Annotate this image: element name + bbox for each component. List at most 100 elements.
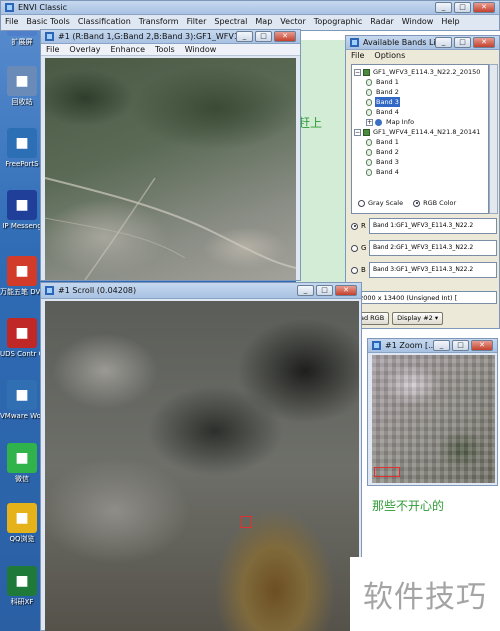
desktop-icon-label: 回收站 [11, 98, 33, 106]
close-button[interactable]: ✕ [335, 285, 357, 296]
wechat-icon: ■ [7, 443, 37, 473]
expand-toggle-icon[interactable]: − [354, 68, 361, 76]
bands-titlebar[interactable]: Available Bands List _ □ ✕ [346, 36, 499, 50]
scroll-viewport[interactable] [45, 301, 359, 631]
envi-titlebar[interactable]: ENVI Classic _ □ ✕ [1, 1, 499, 15]
rgb-radio[interactable] [351, 244, 358, 252]
desktop-icon-5[interactable]: ■ UDS Contr Center [0, 318, 44, 378]
image-titlebar[interactable]: #1 (R:Band 1,G:Band 2,B:Band 3):GF1_WFV1… [41, 30, 300, 44]
bands-tree[interactable]: − GF1_WFV3_E114.3_N22.2_20150 Band 1 Band 2… [351, 64, 489, 214]
minimize-button[interactable]: _ [435, 2, 452, 13]
close-button[interactable]: ✕ [274, 31, 296, 42]
tree-item[interactable]: Band 3 [366, 97, 400, 107]
rgb-letter: R [351, 222, 369, 230]
envi-menu-file[interactable]: File [1, 15, 22, 29]
desktop-icon-1[interactable]: ■ 回收站 [0, 66, 44, 126]
maximize-button[interactable]: □ [316, 285, 333, 296]
tree-item[interactable]: − GF1_WFV4_E114.4_N21.8_20141 [354, 127, 481, 137]
rgb-band-field[interactable]: Band 3:GF1_WFV3_E114.3_N22.2 [369, 262, 497, 278]
zoom-titlebar[interactable]: #1 Zoom [... _ □ ✕ [368, 339, 497, 353]
envi-menu-radar[interactable]: Radar [366, 15, 398, 29]
rgb-band-field[interactable]: Band 1:GF1_WFV3_E114.3_N22.2 [369, 218, 497, 234]
envi-menu-basic-tools[interactable]: Basic Tools [22, 15, 73, 29]
tree-item-label: Band 3 [376, 158, 399, 166]
desktop-icon-4[interactable]: ■ 万能五笔 DVD [0, 256, 44, 316]
image-viewport[interactable] [45, 58, 296, 280]
tree-scrollbar[interactable] [489, 64, 498, 214]
desktop-icon-label: UDS Contr Center [0, 350, 44, 358]
tree-item[interactable]: Band 4 [366, 107, 400, 117]
envi-menu-vector[interactable]: Vector [276, 15, 310, 29]
envi-menu-filter[interactable]: Filter [183, 15, 211, 29]
envi-menu-help[interactable]: Help [437, 15, 463, 29]
tree-item[interactable]: + Map Info [366, 117, 415, 127]
desktop-icon-3[interactable]: ■ IP Messeng [0, 190, 44, 250]
close-button[interactable]: ✕ [471, 340, 493, 351]
gray-scale-radio[interactable] [358, 199, 365, 207]
tree-item[interactable]: Band 3 [366, 157, 400, 167]
close-button[interactable]: ✕ [473, 37, 495, 48]
minimize-button[interactable]: _ [433, 340, 450, 351]
maximize-button[interactable]: □ [454, 2, 471, 13]
zoom-viewport[interactable] [372, 355, 495, 483]
rgb-band-field[interactable]: Band 2:GF1_WFV3_E114.3_N22.2 [369, 240, 497, 256]
excel-icon: ■ [7, 566, 37, 596]
band-icon [366, 168, 372, 176]
tree-item[interactable]: Band 1 [366, 77, 400, 87]
image-menu-enhance[interactable]: Enhance [106, 44, 151, 55]
rgb-radio[interactable] [351, 266, 358, 274]
close-button[interactable]: ✕ [473, 2, 495, 13]
zoom-controls[interactable] [374, 467, 400, 477]
minimize-button[interactable]: _ [435, 37, 452, 48]
maximize-button[interactable]: □ [454, 37, 471, 48]
display-select-button[interactable]: Display #2 ▾ [392, 312, 444, 325]
zoom-window: #1 Zoom [... _ □ ✕ [367, 338, 498, 486]
watermark: 软件技巧 [350, 557, 500, 631]
gray-scale-label: Gray Scale [368, 199, 404, 207]
expand-toggle-icon[interactable]: − [354, 128, 361, 136]
band-icon [366, 88, 372, 96]
envi-menu-transform[interactable]: Transform [135, 15, 183, 29]
image-menu-file[interactable]: File [41, 44, 64, 55]
image-roads [45, 177, 296, 280]
bands-menu-file[interactable]: File [346, 50, 369, 62]
scroll-titlebar[interactable]: #1 Scroll (0.04208) _ □ ✕ [41, 283, 361, 299]
expand-toggle-icon[interactable]: + [366, 118, 373, 126]
zoom-title: #1 Zoom [... [385, 341, 433, 350]
minimize-button[interactable]: _ [236, 31, 253, 42]
recycle-bin-icon: ■ [7, 66, 37, 96]
display-select-label: Display #2 [397, 314, 433, 322]
desktop-icon-8[interactable]: ■ QQ浏览 [0, 503, 44, 563]
tree-item[interactable]: Band 4 [366, 167, 400, 177]
image-menu-window[interactable]: Window [180, 44, 222, 55]
envi-menu-topographic[interactable]: Topographic [310, 15, 366, 29]
tree-item[interactable]: Band 2 [366, 147, 400, 157]
rgb-radio[interactable] [351, 222, 358, 230]
desktop-icon-7[interactable]: ■ 微信 [0, 443, 44, 503]
maximize-button[interactable]: □ [452, 340, 469, 351]
rgb-color-radio[interactable] [413, 199, 421, 207]
rgb-letter-label: B [361, 266, 366, 274]
bands-menu-options[interactable]: Options [369, 50, 410, 62]
tree-item[interactable]: Band 2 [366, 87, 400, 97]
wubi-icon: ■ [7, 256, 37, 286]
tree-item-label: Band 2 [376, 88, 399, 96]
envi-main-window: ENVI Classic _ □ ✕ File Basic Tools Classifi… [0, 0, 500, 31]
desktop-icon-2[interactable]: ■ FreePortS [0, 128, 44, 188]
minimize-button[interactable]: _ [297, 285, 314, 296]
image-box[interactable] [240, 516, 252, 528]
image-menu-tools[interactable]: Tools [150, 44, 180, 55]
envi-menu-spectral[interactable]: Spectral [210, 15, 251, 29]
tree-item[interactable]: − GF1_WFV3_E114.3_N22.2_20150 [354, 67, 481, 77]
freeports-icon: ■ [7, 128, 37, 158]
envi-menu-map[interactable]: Map [251, 15, 276, 29]
envi-menu-window[interactable]: Window [398, 15, 438, 29]
desktop-icon-9[interactable]: ■ 科研XF [0, 566, 44, 626]
rgb-color-label: RGB Color [423, 199, 457, 207]
maximize-button[interactable]: □ [255, 31, 272, 42]
tree-item-label: Band 3 [375, 97, 400, 107]
image-menu-overlay[interactable]: Overlay [64, 44, 105, 55]
desktop-icon-6[interactable]: ■ VMware Workstatio [0, 380, 44, 440]
tree-item[interactable]: Band 1 [366, 137, 400, 147]
envi-menu-classification[interactable]: Classification [74, 15, 135, 29]
